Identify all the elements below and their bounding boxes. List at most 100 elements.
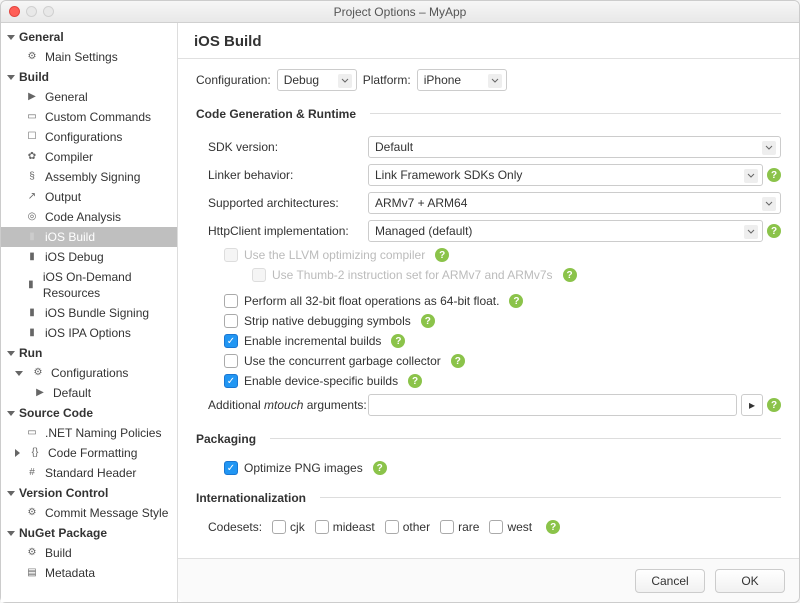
device-icon: ▮ xyxy=(25,326,39,340)
linker-select[interactable]: Link Framework SDKs Only xyxy=(368,164,763,186)
help-icon[interactable]: ? xyxy=(391,334,405,348)
codeset-cjk-checkbox[interactable] xyxy=(272,520,286,534)
float-checkbox[interactable] xyxy=(224,294,238,308)
sidebar-item-code-analysis[interactable]: ◎Code Analysis xyxy=(1,207,177,227)
sidebar-item-code-formatting[interactable]: {}Code Formatting xyxy=(1,443,177,463)
sidebar-item-run-default[interactable]: ▶Default xyxy=(1,383,177,403)
sidebar-item-assembly-signing[interactable]: §Assembly Signing xyxy=(1,167,177,187)
sidebar-item-output[interactable]: ↗Output xyxy=(1,187,177,207)
optimize-png-checkbox[interactable]: ✓ xyxy=(224,461,238,475)
help-icon[interactable]: ? xyxy=(373,461,387,475)
chevron-down-icon xyxy=(338,74,352,88)
codeset-cjk-label: cjk xyxy=(290,520,305,534)
dialog-footer: Cancel OK xyxy=(178,558,799,602)
mtouch-input[interactable] xyxy=(368,394,737,416)
device-icon: ▮ xyxy=(25,278,37,292)
sidebar-item-ios-build[interactable]: ▮iOS Build xyxy=(1,227,177,247)
strip-label: Strip native debugging symbols xyxy=(244,314,411,328)
sidebar-item-run-configurations[interactable]: ⚙Configurations xyxy=(1,363,177,383)
gear-icon: ⚙ xyxy=(31,366,45,380)
codeset-west-checkbox[interactable] xyxy=(489,520,503,534)
device-checkbox[interactable]: ✓ xyxy=(224,374,238,388)
arch-select[interactable]: ARMv7 + ARM64 xyxy=(368,192,781,214)
gc-label: Use the concurrent garbage collector xyxy=(244,354,441,368)
content-panel: iOS Build Configuration: Debug Platform:… xyxy=(178,23,799,602)
help-icon[interactable]: ? xyxy=(767,224,781,238)
sidebar-group-build[interactable]: Build xyxy=(1,67,177,87)
sidebar-item-nuget-build[interactable]: ⚙Build xyxy=(1,543,177,563)
ok-button[interactable]: OK xyxy=(715,569,785,593)
incremental-label: Enable incremental builds xyxy=(244,334,381,348)
help-icon[interactable]: ? xyxy=(435,248,449,262)
sdk-label: SDK version: xyxy=(208,140,368,154)
gear-icon: ⚙ xyxy=(25,546,39,560)
codeset-rare-label: rare xyxy=(458,520,479,534)
http-label: HttpClient implementation: xyxy=(208,224,368,238)
http-select[interactable]: Managed (default) xyxy=(368,220,763,242)
thumb-checkbox xyxy=(252,268,266,282)
codeset-mideast-label: mideast xyxy=(333,520,375,534)
configuration-select[interactable]: Debug xyxy=(277,69,357,91)
help-icon[interactable]: ? xyxy=(451,354,465,368)
sidebar-group-run[interactable]: Run xyxy=(1,343,177,363)
device-icon: ▮ xyxy=(25,250,39,264)
help-icon[interactable]: ? xyxy=(767,168,781,182)
sidebar-item-ios-ondemand[interactable]: ▮iOS On-Demand Resources xyxy=(1,267,177,303)
sidebar-group-nuget[interactable]: NuGet Package xyxy=(1,523,177,543)
linker-label: Linker behavior: xyxy=(208,168,368,182)
project-options-window: Project Options – MyApp General ⚙Main Se… xyxy=(0,0,800,603)
help-icon[interactable]: ? xyxy=(767,398,781,412)
chevron-down-icon xyxy=(744,225,758,239)
help-icon[interactable]: ? xyxy=(509,294,523,308)
sidebar-item-naming-policies[interactable]: ▭.NET Naming Policies xyxy=(1,423,177,443)
section-i18n-title: Internationalization xyxy=(196,491,306,506)
configuration-label: Configuration: xyxy=(196,73,271,87)
platform-select[interactable]: iPhone xyxy=(417,69,507,91)
thumb-label: Use Thumb-2 instruction set for ARMv7 an… xyxy=(272,268,553,282)
gear-icon: ⚙ xyxy=(25,50,39,64)
sidebar-item-ios-debug[interactable]: ▮iOS Debug xyxy=(1,247,177,267)
codeset-rare-checkbox[interactable] xyxy=(440,520,454,534)
close-window-button[interactable] xyxy=(9,6,20,17)
sidebar-item-ios-bundle-signing[interactable]: ▮iOS Bundle Signing xyxy=(1,303,177,323)
gc-checkbox[interactable] xyxy=(224,354,238,368)
llvm-checkbox xyxy=(224,248,238,262)
float-label: Perform all 32-bit float operations as 6… xyxy=(244,294,499,308)
mtouch-label: Additional mtouch arguments: xyxy=(208,398,368,412)
codeset-mideast-checkbox[interactable] xyxy=(315,520,329,534)
sidebar-item-main-settings[interactable]: ⚙Main Settings xyxy=(1,47,177,67)
sidebar-item-build-general[interactable]: ▶General xyxy=(1,87,177,107)
codeset-other-label: other xyxy=(403,520,430,534)
mtouch-expand-button[interactable]: ▸ xyxy=(741,394,763,416)
sidebar-item-commit-style[interactable]: ⚙Commit Message Style xyxy=(1,503,177,523)
help-icon[interactable]: ? xyxy=(563,268,577,282)
sidebar-item-nuget-metadata[interactable]: ▤Metadata xyxy=(1,563,177,583)
window-title: Project Options – MyApp xyxy=(54,5,746,19)
titlebar: Project Options – MyApp xyxy=(1,1,799,23)
sidebar-item-ios-ipa[interactable]: ▮iOS IPA Options xyxy=(1,323,177,343)
cancel-button[interactable]: Cancel xyxy=(635,569,705,593)
sidebar-item-configurations[interactable]: ☐Configurations xyxy=(1,127,177,147)
help-icon[interactable]: ? xyxy=(408,374,422,388)
incremental-checkbox[interactable]: ✓ xyxy=(224,334,238,348)
optimize-png-label: Optimize PNG images xyxy=(244,461,363,475)
sdk-select[interactable]: Default xyxy=(368,136,781,158)
sidebar: General ⚙Main Settings Build ▶General ▭C… xyxy=(1,23,178,602)
sidebar-group-source-code[interactable]: Source Code xyxy=(1,403,177,423)
chevron-down-icon xyxy=(762,197,776,211)
sidebar-group-version-control[interactable]: Version Control xyxy=(1,483,177,503)
help-icon[interactable]: ? xyxy=(546,520,560,534)
chevron-down-icon xyxy=(762,141,776,155)
sidebar-item-standard-header[interactable]: #Standard Header xyxy=(1,463,177,483)
window-controls xyxy=(9,6,54,17)
zoom-window-button[interactable] xyxy=(43,6,54,17)
minimize-window-button[interactable] xyxy=(26,6,37,17)
sidebar-item-custom-commands[interactable]: ▭Custom Commands xyxy=(1,107,177,127)
strip-checkbox[interactable] xyxy=(224,314,238,328)
help-icon[interactable]: ? xyxy=(421,314,435,328)
sidebar-item-compiler[interactable]: ✿Compiler xyxy=(1,147,177,167)
codeset-other-checkbox[interactable] xyxy=(385,520,399,534)
play-icon: ▶ xyxy=(25,90,39,104)
sidebar-group-general[interactable]: General xyxy=(1,27,177,47)
badge-icon: ▭ xyxy=(25,426,39,440)
